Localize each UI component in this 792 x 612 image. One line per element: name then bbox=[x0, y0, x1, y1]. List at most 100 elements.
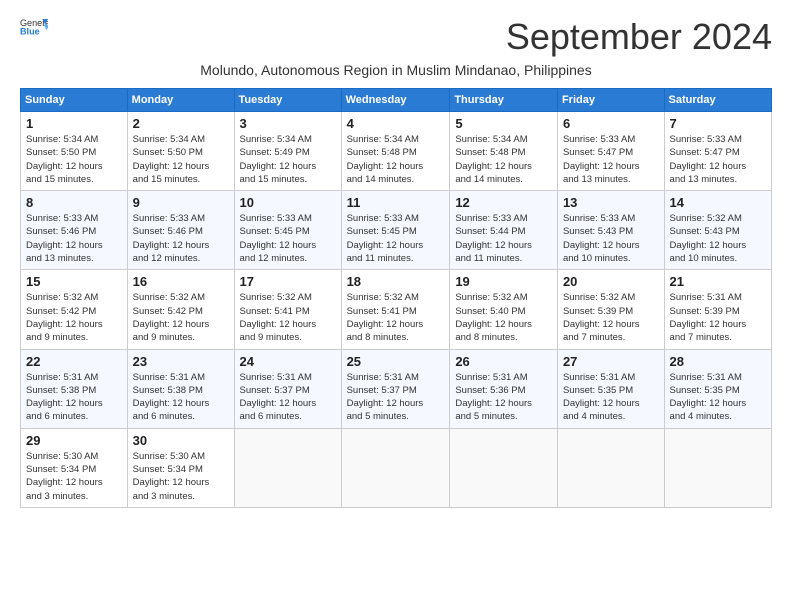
day-number: 30 bbox=[133, 433, 229, 448]
calendar-cell: 22 Sunrise: 5:31 AM Sunset: 5:38 PM Dayli… bbox=[21, 349, 128, 428]
calendar-cell: 2 Sunrise: 5:34 AM Sunset: 5:50 PM Daylig… bbox=[127, 112, 234, 191]
day-info: Sunrise: 5:31 AM Sunset: 5:36 PM Dayligh… bbox=[455, 371, 552, 424]
day-number: 16 bbox=[133, 274, 229, 289]
day-number: 4 bbox=[347, 116, 445, 131]
calendar-cell: 20 Sunrise: 5:32 AM Sunset: 5:39 PM Dayli… bbox=[557, 270, 664, 349]
calendar-cell: 3Sunrise: 5:34 AM Sunset: 5:49 PM Daylig… bbox=[234, 112, 341, 191]
day-number: 22 bbox=[26, 354, 122, 369]
calendar-cell: 26 Sunrise: 5:31 AM Sunset: 5:36 PM Dayli… bbox=[450, 349, 558, 428]
calendar-cell bbox=[341, 428, 450, 507]
calendar-cell: 12 Sunrise: 5:33 AM Sunset: 5:44 PM Dayli… bbox=[450, 191, 558, 270]
calendar-cell bbox=[234, 428, 341, 507]
day-number: 20 bbox=[563, 274, 659, 289]
calendar-cell: 19 Sunrise: 5:32 AM Sunset: 5:40 PM Dayli… bbox=[450, 270, 558, 349]
col-sunday: Sunday bbox=[21, 89, 128, 112]
day-info: Sunrise: 5:32 AM Sunset: 5:40 PM Dayligh… bbox=[455, 291, 552, 344]
day-info: Sunrise: 5:33 AM Sunset: 5:44 PM Dayligh… bbox=[455, 212, 552, 265]
day-info: Sunrise: 5:31 AM Sunset: 5:39 PM Dayligh… bbox=[670, 291, 766, 344]
calendar-cell: 30 Sunrise: 5:30 AM Sunset: 5:34 PM Dayli… bbox=[127, 428, 234, 507]
calendar-cell bbox=[664, 428, 771, 507]
calendar-cell: 15 Sunrise: 5:32 AM Sunset: 5:42 PM Dayli… bbox=[21, 270, 128, 349]
col-tuesday: Tuesday bbox=[234, 89, 341, 112]
svg-text:Blue: Blue bbox=[20, 26, 40, 36]
calendar-cell: 17Sunrise: 5:32 AM Sunset: 5:41 PM Dayli… bbox=[234, 270, 341, 349]
month-title: September 2024 bbox=[506, 16, 772, 58]
day-number: 28 bbox=[670, 354, 766, 369]
day-info: Sunrise: 5:32 AM Sunset: 5:42 PM Dayligh… bbox=[26, 291, 122, 344]
day-number: 14 bbox=[670, 195, 766, 210]
calendar-cell: 16 Sunrise: 5:32 AM Sunset: 5:42 PM Dayli… bbox=[127, 270, 234, 349]
calendar-cell: 24 Sunrise: 5:31 AM Sunset: 5:37 PM Dayli… bbox=[234, 349, 341, 428]
day-number: 13 bbox=[563, 195, 659, 210]
calendar-cell bbox=[450, 428, 558, 507]
day-number: 23 bbox=[133, 354, 229, 369]
day-info: Sunrise: 5:31 AM Sunset: 5:35 PM Dayligh… bbox=[563, 371, 659, 424]
calendar-cell: 13 Sunrise: 5:33 AM Sunset: 5:43 PM Dayli… bbox=[557, 191, 664, 270]
day-number: 8 bbox=[26, 195, 122, 210]
calendar-table: Sunday Monday Tuesday Wednesday Thursday… bbox=[20, 88, 772, 508]
day-info: Sunrise: 5:33 AM Sunset: 5:46 PM Dayligh… bbox=[26, 212, 122, 265]
day-number: 1 bbox=[26, 116, 122, 131]
day-info: Sunrise: 5:31 AM Sunset: 5:38 PM Dayligh… bbox=[133, 371, 229, 424]
week-row-3: 22 Sunrise: 5:31 AM Sunset: 5:38 PM Dayli… bbox=[21, 349, 772, 428]
day-info: Sunrise: 5:32 AM Sunset: 5:39 PM Dayligh… bbox=[563, 291, 659, 344]
calendar-cell: 21Sunrise: 5:31 AM Sunset: 5:39 PM Dayli… bbox=[664, 270, 771, 349]
day-info: Sunrise: 5:33 AM Sunset: 5:45 PM Dayligh… bbox=[347, 212, 445, 265]
calendar-cell: 1 Sunrise: 5:34 AM Sunset: 5:50 PM Daylig… bbox=[21, 112, 128, 191]
calendar-cell: 10Sunrise: 5:33 AM Sunset: 5:45 PM Dayli… bbox=[234, 191, 341, 270]
day-number: 27 bbox=[563, 354, 659, 369]
day-info: Sunrise: 5:32 AM Sunset: 5:42 PM Dayligh… bbox=[133, 291, 229, 344]
col-friday: Friday bbox=[557, 89, 664, 112]
day-info: Sunrise: 5:33 AM Sunset: 5:43 PM Dayligh… bbox=[563, 212, 659, 265]
subtitle: Molundo, Autonomous Region in Muslim Min… bbox=[20, 62, 772, 78]
calendar-cell: 29 Sunrise: 5:30 AM Sunset: 5:34 PM Dayli… bbox=[21, 428, 128, 507]
day-info: Sunrise: 5:33 AM Sunset: 5:45 PM Dayligh… bbox=[240, 212, 336, 265]
col-wednesday: Wednesday bbox=[341, 89, 450, 112]
day-info: Sunrise: 5:33 AM Sunset: 5:46 PM Dayligh… bbox=[133, 212, 229, 265]
day-number: 19 bbox=[455, 274, 552, 289]
calendar-cell: 4Sunrise: 5:34 AM Sunset: 5:48 PM Daylig… bbox=[341, 112, 450, 191]
day-info: Sunrise: 5:31 AM Sunset: 5:38 PM Dayligh… bbox=[26, 371, 122, 424]
calendar-cell: 23 Sunrise: 5:31 AM Sunset: 5:38 PM Dayli… bbox=[127, 349, 234, 428]
day-info: Sunrise: 5:30 AM Sunset: 5:34 PM Dayligh… bbox=[133, 450, 229, 503]
day-number: 25 bbox=[347, 354, 445, 369]
logo: General Blue bbox=[20, 16, 48, 36]
calendar-cell: 7Sunrise: 5:33 AM Sunset: 5:47 PM Daylig… bbox=[664, 112, 771, 191]
day-number: 9 bbox=[133, 195, 229, 210]
day-info: Sunrise: 5:34 AM Sunset: 5:50 PM Dayligh… bbox=[26, 133, 122, 186]
day-number: 6 bbox=[563, 116, 659, 131]
calendar-cell: 9 Sunrise: 5:33 AM Sunset: 5:46 PM Daylig… bbox=[127, 191, 234, 270]
day-number: 26 bbox=[455, 354, 552, 369]
calendar-cell: 5 Sunrise: 5:34 AM Sunset: 5:48 PM Daylig… bbox=[450, 112, 558, 191]
week-row-0: 1 Sunrise: 5:34 AM Sunset: 5:50 PM Daylig… bbox=[21, 112, 772, 191]
calendar-cell: 14Sunrise: 5:32 AM Sunset: 5:43 PM Dayli… bbox=[664, 191, 771, 270]
col-monday: Monday bbox=[127, 89, 234, 112]
day-info: Sunrise: 5:30 AM Sunset: 5:34 PM Dayligh… bbox=[26, 450, 122, 503]
day-number: 5 bbox=[455, 116, 552, 131]
day-info: Sunrise: 5:31 AM Sunset: 5:37 PM Dayligh… bbox=[240, 371, 336, 424]
day-info: Sunrise: 5:32 AM Sunset: 5:41 PM Dayligh… bbox=[240, 291, 336, 344]
day-number: 15 bbox=[26, 274, 122, 289]
col-saturday: Saturday bbox=[664, 89, 771, 112]
day-info: Sunrise: 5:34 AM Sunset: 5:50 PM Dayligh… bbox=[133, 133, 229, 186]
calendar-cell: 6 Sunrise: 5:33 AM Sunset: 5:47 PM Daylig… bbox=[557, 112, 664, 191]
calendar-cell: 18 Sunrise: 5:32 AM Sunset: 5:41 PM Dayli… bbox=[341, 270, 450, 349]
day-number: 18 bbox=[347, 274, 445, 289]
day-info: Sunrise: 5:32 AM Sunset: 5:41 PM Dayligh… bbox=[347, 291, 445, 344]
day-number: 24 bbox=[240, 354, 336, 369]
day-number: 29 bbox=[26, 433, 122, 448]
day-info: Sunrise: 5:33 AM Sunset: 5:47 PM Dayligh… bbox=[670, 133, 766, 186]
calendar-cell: 11 Sunrise: 5:33 AM Sunset: 5:45 PM Dayli… bbox=[341, 191, 450, 270]
week-row-4: 29 Sunrise: 5:30 AM Sunset: 5:34 PM Dayli… bbox=[21, 428, 772, 507]
days-of-week-row: Sunday Monday Tuesday Wednesday Thursday… bbox=[21, 89, 772, 112]
calendar-cell: 28Sunrise: 5:31 AM Sunset: 5:35 PM Dayli… bbox=[664, 349, 771, 428]
calendar-cell: 8 Sunrise: 5:33 AM Sunset: 5:46 PM Daylig… bbox=[21, 191, 128, 270]
calendar-cell: 27 Sunrise: 5:31 AM Sunset: 5:35 PM Dayli… bbox=[557, 349, 664, 428]
day-number: 2 bbox=[133, 116, 229, 131]
day-info: Sunrise: 5:33 AM Sunset: 5:47 PM Dayligh… bbox=[563, 133, 659, 186]
day-number: 11 bbox=[347, 195, 445, 210]
col-thursday: Thursday bbox=[450, 89, 558, 112]
day-info: Sunrise: 5:34 AM Sunset: 5:48 PM Dayligh… bbox=[455, 133, 552, 186]
day-number: 12 bbox=[455, 195, 552, 210]
calendar-cell bbox=[557, 428, 664, 507]
